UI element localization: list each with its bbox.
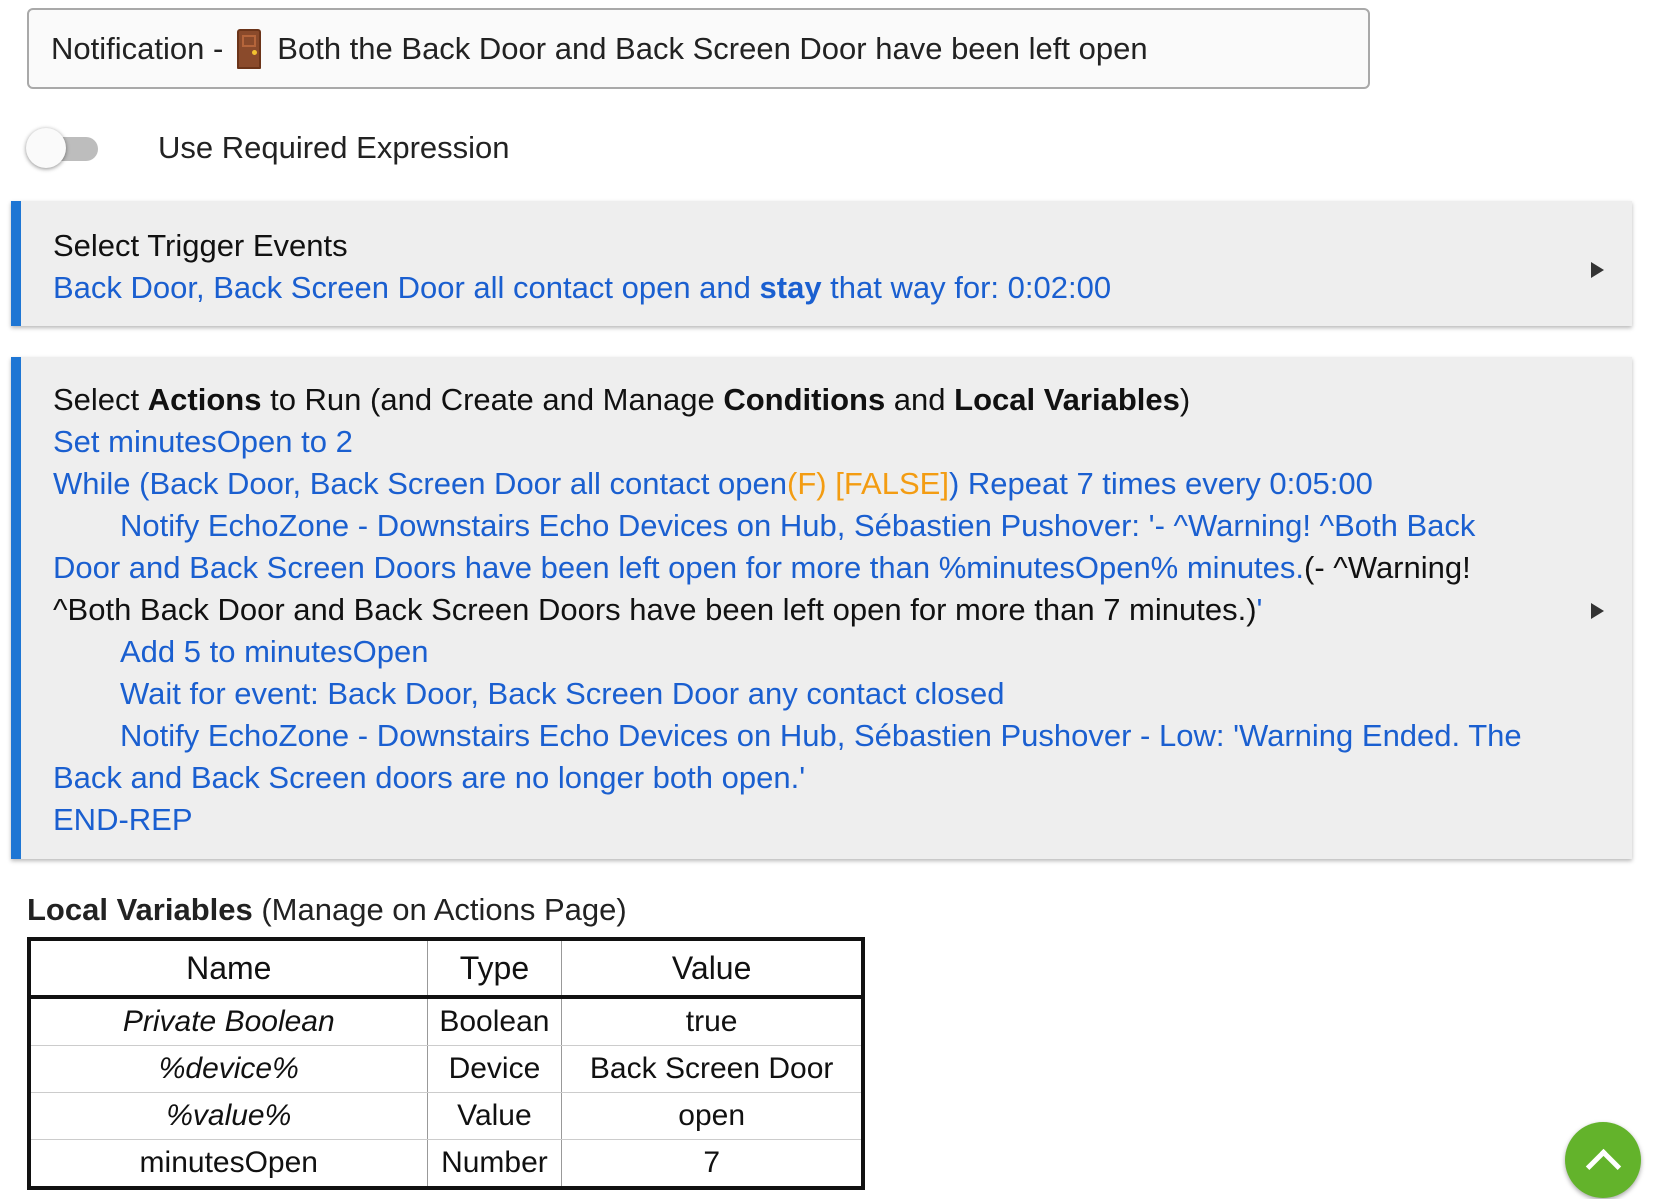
trigger-summary: Back Door, Back Screen Door all contact …	[53, 270, 1112, 305]
variable-value: true	[561, 997, 863, 1046]
chevron-up-icon	[1585, 1148, 1622, 1185]
required-expression-toggle[interactable]	[26, 127, 100, 169]
variable-name: minutesOpen	[29, 1139, 428, 1188]
table-header-row: Name Type Value	[29, 939, 863, 999]
local-variables-title: Local Variables (Manage on Actions Page)	[27, 892, 627, 927]
required-expression-row: Use Required Expression	[26, 126, 510, 170]
action-notify-warning: Notify EchoZone - Downstairs Echo Device…	[53, 508, 1476, 627]
action-while-loop: While (Back Door, Back Screen Door all c…	[53, 466, 1373, 501]
variable-type: Device	[427, 1045, 563, 1093]
table-row: %device% Device Back Screen Door	[29, 1045, 863, 1093]
column-header-value: Value	[561, 939, 863, 999]
variable-type: Boolean	[427, 997, 563, 1046]
trigger-events-panel[interactable]: Select Trigger Events Back Door, Back Sc…	[11, 201, 1632, 326]
action-set-variable: Set minutesOpen to 2	[53, 424, 353, 459]
action-add-variable: Add 5 to minutesOpen	[120, 634, 429, 669]
door-icon	[237, 28, 262, 69]
rule-name-text: Both the Back Door and Back Screen Door …	[277, 30, 1148, 66]
variable-name: Private Boolean	[29, 997, 428, 1046]
variable-value: 7	[703, 1146, 720, 1179]
table-row: %value% Value open	[29, 1092, 863, 1140]
rule-name-field[interactable]: Notification - Both the Back Door and Ba…	[27, 8, 1370, 89]
variable-name: %value%	[29, 1092, 428, 1140]
rule-name-prefix: Notification -	[51, 30, 224, 66]
expand-actions-icon[interactable]	[1591, 603, 1604, 619]
actions-panel-title: Select Actions to Run (and Create and Ma…	[53, 382, 1191, 417]
expand-trigger-icon[interactable]	[1591, 262, 1604, 278]
trigger-panel-title: Select Trigger Events	[53, 228, 348, 263]
action-wait-event: Wait for event: Back Door, Back Screen D…	[120, 676, 1005, 711]
column-header-type: Type	[427, 939, 563, 999]
action-notify-ended: Notify EchoZone - Downstairs Echo Device…	[53, 718, 1522, 795]
scroll-to-top-button[interactable]	[1565, 1122, 1641, 1198]
variable-type: Number	[427, 1139, 563, 1188]
variable-name: %device%	[29, 1045, 428, 1093]
toggle-knob	[26, 128, 66, 168]
table-row: Private Boolean Boolean true	[29, 997, 863, 1046]
variable-value: Back Screen Door	[561, 1045, 863, 1093]
variable-value: open	[561, 1092, 863, 1140]
action-end-repeat: END-REP	[53, 802, 193, 837]
column-header-name: Name	[29, 939, 428, 999]
table-row: minutesOpen Number 7	[29, 1139, 863, 1188]
variable-type: Value	[427, 1092, 563, 1140]
local-variables-table: Name Type Value Private Boolean Boolean …	[27, 937, 865, 1190]
while-false-flag: (F) [FALSE]	[787, 466, 949, 501]
required-expression-label: Use Required Expression	[158, 130, 510, 165]
actions-panel[interactable]: Select Actions to Run (and Create and Ma…	[11, 357, 1632, 859]
